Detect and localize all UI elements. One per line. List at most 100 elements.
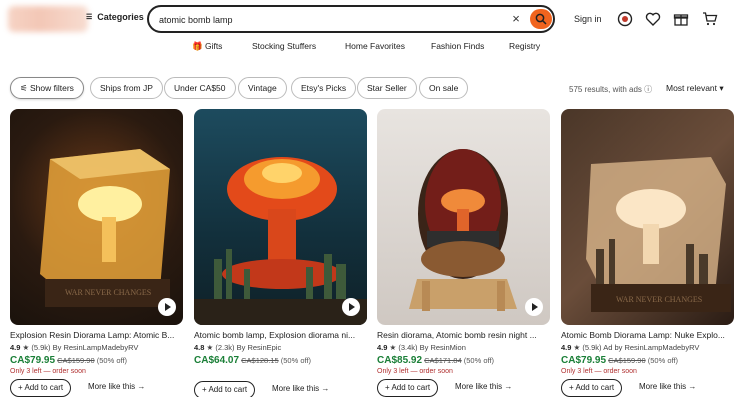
chevron-down-icon: ▾ [719, 83, 724, 93]
card-actions: + Add to cart More like this → [377, 379, 550, 397]
product-title[interactable]: Explosion Resin Diorama Lamp: Atomic B..… [10, 330, 183, 340]
etsy-updates-icon[interactable] [617, 11, 633, 27]
categories-label: Categories [97, 12, 144, 22]
add-to-cart-button[interactable]: + Add to cart [194, 381, 256, 397]
categories-button[interactable]: ☰ Categories [86, 12, 144, 22]
discount: (50% off) [96, 356, 128, 365]
play-video-button[interactable] [525, 298, 543, 316]
chip-on-sale[interactable]: On sale [419, 77, 469, 99]
sale-price: CA$79.95 [561, 355, 607, 366]
more-like-this-link[interactable]: More like this → [455, 382, 512, 391]
stock-notice [194, 368, 367, 377]
sale-price: CA$64.07 [194, 355, 240, 366]
nav-item-stocking-stuffers[interactable]: Stocking Stuffers [252, 41, 316, 51]
add-to-cart-button[interactable]: + Add to cart [377, 379, 439, 397]
product-card[interactable]: WAR NEVER CHANGES Explosion Resin Dioram… [10, 109, 183, 397]
product-card[interactable]: WAR NEVER CHANGES Atomic Bomb Diorama La… [561, 109, 734, 397]
show-filters-button[interactable]: ⚟ Show filters [10, 77, 84, 99]
original-price: CA$159.90 [608, 356, 646, 365]
chip-ships-from-jp[interactable]: Ships from JP [90, 77, 163, 99]
product-image[interactable]: WAR NEVER CHANGES [561, 109, 734, 325]
discount: (50% off) [463, 356, 495, 365]
seller-name[interactable]: By ResinEpic [237, 343, 282, 352]
nav-item-home-favorites[interactable]: Home Favorites [345, 41, 405, 51]
product-card[interactable]: Resin diorama, Atomic bomb resin night .… [377, 109, 550, 397]
nav-item-registry[interactable]: Registry [509, 41, 540, 51]
product-image[interactable] [194, 109, 367, 325]
original-price: CA$171.84 [424, 356, 462, 365]
search-button[interactable] [530, 9, 552, 29]
price-row: CA$64.07 CA$128.15 (50% off) [194, 355, 367, 366]
card-actions: + Add to cart More like this → [10, 379, 183, 397]
search-input[interactable] [159, 12, 499, 28]
info-icon[interactable]: ⓘ [644, 85, 652, 94]
menu-icon: ☰ [86, 14, 93, 21]
arrow-right-icon: → [688, 382, 697, 391]
arrow-right-icon: → [504, 382, 513, 391]
more-like-this-link[interactable]: More like this → [639, 382, 696, 391]
svg-text:WAR NEVER CHANGES: WAR NEVER CHANGES [616, 295, 702, 304]
chip-etsys-picks[interactable]: Etsy's Picks [291, 77, 357, 99]
original-price: CA$159.90 [57, 356, 95, 365]
nav-item-gifts[interactable]: 🎁 Gifts [192, 41, 222, 52]
product-card[interactable]: Atomic bomb lamp, Explosion diorama ni..… [194, 109, 367, 397]
original-price: CA$128.15 [241, 356, 279, 365]
gift-icon[interactable] [673, 11, 689, 27]
review-count: (5.9k) [582, 343, 602, 352]
product-title[interactable]: Atomic bomb lamp, Explosion diorama ni..… [194, 330, 367, 340]
chip-star-seller[interactable]: Star Seller [357, 77, 417, 99]
star-icon: ★ [573, 343, 581, 352]
seller-name[interactable]: Ad by ResinLampMadebyRV [603, 343, 699, 352]
search-icon [535, 13, 547, 25]
signin-link[interactable]: Sign in [574, 14, 602, 24]
review-count: (5.9k) [31, 343, 51, 352]
more-label: More like this [639, 382, 687, 391]
product-image[interactable]: WAR NEVER CHANGES [10, 109, 183, 325]
star-icon: ★ [22, 343, 30, 352]
category-nav: 🎁 Gifts Stocking Stuffers Home Favorites… [0, 41, 744, 55]
seller-name[interactable]: By ResinLampMadebyRV [53, 343, 139, 352]
product-rating: 4.9 ★ (5.9k) Ad by ResinLampMadebyRV [561, 343, 734, 352]
more-like-this-link[interactable]: More like this → [88, 382, 145, 391]
clear-icon[interactable]: × [509, 12, 523, 26]
product-title[interactable]: Atomic Bomb Diorama Lamp: Nuke Explo... [561, 330, 734, 340]
chip-vintage[interactable]: Vintage [238, 77, 287, 99]
seller-name[interactable]: By ResinMion [420, 343, 466, 352]
star-icon: ★ [206, 343, 214, 352]
sort-label: Most relevant [666, 83, 718, 93]
rating-value: 4.9 [561, 343, 572, 352]
card-actions: + Add to cart More like this → [561, 379, 734, 397]
star-icon: ★ [389, 343, 397, 352]
play-video-button[interactable] [158, 298, 176, 316]
play-video-button[interactable] [342, 298, 360, 316]
arrow-right-icon: → [321, 384, 330, 393]
chip-under-ca50[interactable]: Under CA$50 [164, 77, 236, 99]
add-to-cart-button[interactable]: + Add to cart [10, 379, 72, 397]
mushroom-cloud-lamp-image [194, 157, 367, 325]
rating-value: 4.8 [194, 343, 205, 352]
results-count: 575 results, with ads ⓘ [569, 84, 652, 95]
product-title[interactable]: Resin diorama, Atomic bomb resin night .… [377, 330, 550, 340]
results-text: 575 results, with ads [569, 85, 642, 94]
nav-item-fashion-finds[interactable]: Fashion Finds [431, 41, 484, 51]
sale-price: CA$79.95 [10, 355, 56, 366]
product-image[interactable] [377, 109, 550, 325]
product-rating: 4.9 ★ (3.4k) By ResinMion [377, 343, 550, 352]
heart-icon[interactable] [645, 11, 661, 27]
more-like-this-link[interactable]: More like this → [272, 384, 329, 393]
add-to-cart-button[interactable]: + Add to cart [561, 379, 623, 397]
sort-dropdown[interactable]: Most relevant ▾ [666, 83, 724, 94]
logo[interactable] [8, 6, 88, 32]
svg-text:WAR NEVER CHANGES: WAR NEVER CHANGES [65, 288, 151, 297]
search-bar: × [147, 5, 555, 33]
more-label: More like this [88, 382, 136, 391]
more-label: More like this [455, 382, 503, 391]
review-count: (3.4k) [398, 343, 418, 352]
product-rating: 4.9 ★ (5.9k) By ResinLampMadebyRV [10, 343, 183, 352]
cart-icon[interactable] [702, 11, 718, 27]
stock-notice: Only 3 left — order soon [377, 368, 453, 375]
filter-icon: ⚟ [20, 83, 28, 93]
nav-label: Gifts [204, 41, 223, 51]
discount: (50% off) [280, 356, 312, 365]
rating-value: 4.9 [10, 343, 21, 352]
